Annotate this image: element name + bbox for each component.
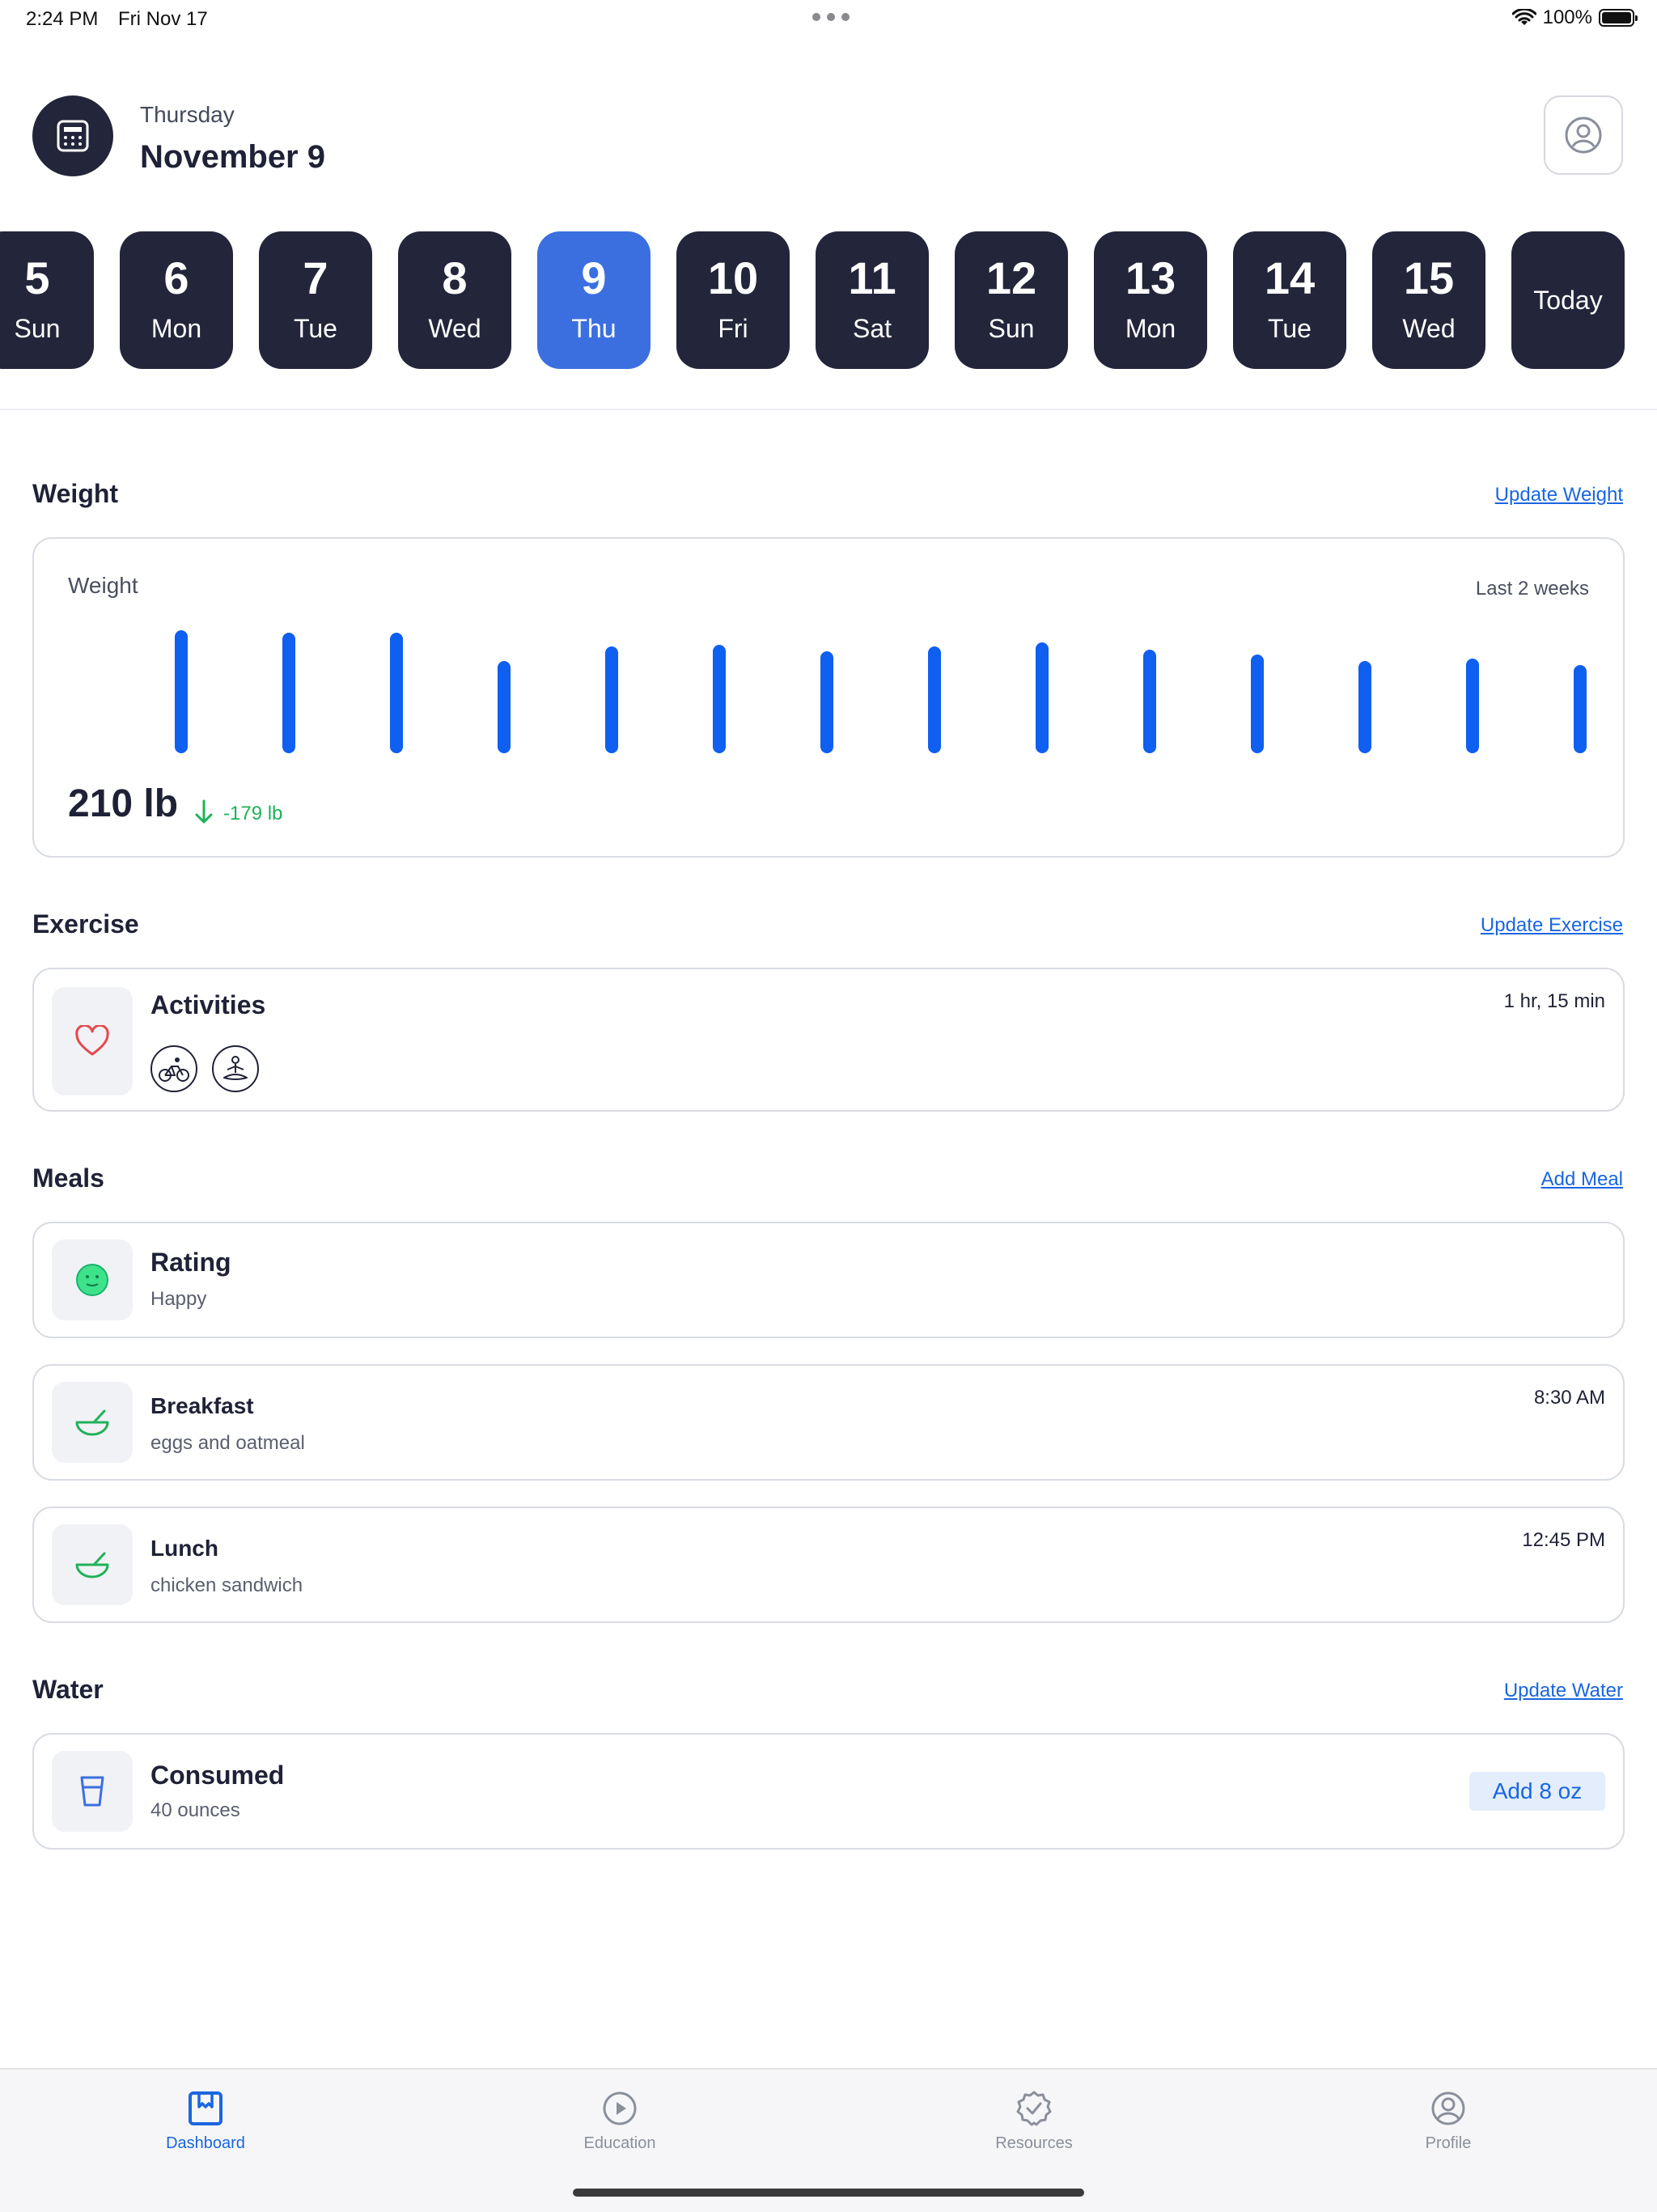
activities-title: Activities <box>150 990 266 1019</box>
day-chip-8[interactable]: 8 Wed <box>398 231 511 369</box>
meditation-icon <box>212 1045 259 1092</box>
add-8oz-button[interactable]: Add 8 oz <box>1469 1772 1605 1811</box>
user-circle-icon <box>1431 2091 1465 2125</box>
rating-title: Rating <box>150 1248 231 1277</box>
meal-description: eggs and oatmeal <box>150 1432 305 1454</box>
rating-card[interactable]: Rating Happy <box>32 1222 1625 1338</box>
water-title: Consumed <box>150 1761 285 1790</box>
today-button[interactable]: Today <box>1511 231 1625 369</box>
weight-chart <box>34 539 1623 782</box>
day-chip-11[interactable]: 11 Sat <box>816 231 929 369</box>
tab-resources[interactable]: Resources <box>937 2089 1131 2153</box>
status-date: Fri Nov 17 <box>118 8 208 30</box>
header-divider <box>0 409 1657 410</box>
status-time: 2:24 PM <box>26 8 99 30</box>
status-indicators: 100% <box>1511 6 1638 29</box>
meal-tile <box>52 1382 133 1463</box>
calculator-icon <box>57 120 89 152</box>
weight-bar <box>282 633 295 753</box>
update-exercise-link[interactable]: Update Exercise <box>1481 914 1623 937</box>
meal-title: Lunch <box>150 1536 218 1561</box>
weight-bar <box>1036 642 1049 753</box>
bowl-icon <box>75 1552 109 1578</box>
weight-bar <box>390 633 403 753</box>
meal-time: 12:45 PM <box>1522 1529 1605 1551</box>
meal-description: chicken sandwich <box>150 1574 303 1596</box>
weight-bar <box>605 646 618 753</box>
day-picker[interactable]: 5 Sun 6 Mon 7 Tue 8 Wed 9 Thu 10 Fri 11 Sat 12 S… <box>0 231 1657 369</box>
bowl-icon <box>75 1409 109 1436</box>
smiley-icon <box>76 1264 108 1296</box>
water-section-title: Water <box>32 1675 104 1704</box>
play-circle-icon <box>603 2091 637 2125</box>
user-circle-icon <box>1565 117 1602 154</box>
activities-duration: 1 hr, 15 min <box>1503 990 1605 1012</box>
day-chip-5[interactable]: 5 Sun <box>0 231 94 369</box>
water-amount: 40 ounces <box>150 1799 240 1821</box>
battery-percent: 100% <box>1542 6 1592 28</box>
meal-tile <box>52 1524 133 1605</box>
weight-bar <box>498 661 511 753</box>
weight-bar <box>1143 650 1156 753</box>
add-meal-link[interactable]: Add Meal <box>1541 1168 1623 1191</box>
cup-icon <box>80 1776 104 1807</box>
weight-bar <box>1574 665 1587 753</box>
arrow-down-icon <box>195 799 213 824</box>
meal-card-lunch[interactable]: Lunch chicken sandwich 12:45 PM <box>32 1506 1625 1623</box>
dashboard-icon <box>189 2091 222 2125</box>
update-water-link[interactable]: Update Water <box>1504 1680 1623 1702</box>
weight-delta: -179 lb <box>223 803 283 824</box>
day-chip-7[interactable]: 7 Tue <box>259 231 372 369</box>
update-weight-link[interactable]: Update Weight <box>1495 484 1623 506</box>
weight-bar <box>1251 655 1264 753</box>
day-chip-14[interactable]: 14 Tue <box>1233 231 1346 369</box>
tab-profile[interactable]: Profile <box>1351 2089 1545 2153</box>
activities-tile <box>52 987 133 1095</box>
water-card[interactable]: Consumed 40 ounces <box>32 1733 1625 1850</box>
tab-education[interactable]: Education <box>523 2089 717 2153</box>
meal-card-breakfast[interactable]: Breakfast eggs and oatmeal 8:30 AM <box>32 1364 1625 1481</box>
meal-title: Breakfast <box>150 1393 254 1418</box>
meals-section-title: Meals <box>32 1163 104 1193</box>
heart-icon <box>75 1025 109 1056</box>
tab-dashboard[interactable]: Dashboard <box>108 2089 303 2153</box>
cycling-icon <box>150 1045 197 1092</box>
verified-badge-icon <box>1016 2091 1052 2126</box>
exercise-section-title: Exercise <box>32 909 139 939</box>
weight-bar <box>1466 659 1479 753</box>
weight-bar <box>713 645 726 753</box>
weight-bar <box>820 651 833 753</box>
day-chip-6[interactable]: 6 Mon <box>120 231 233 369</box>
weight-bar <box>1358 661 1371 753</box>
weight-bar <box>175 630 188 753</box>
day-chip-13[interactable]: 13 Mon <box>1094 231 1207 369</box>
profile-button[interactable] <box>1544 95 1623 175</box>
rating-value: Happy <box>150 1288 207 1310</box>
day-chip-12[interactable]: 12 Sun <box>955 231 1068 369</box>
calendar-button[interactable] <box>32 95 113 176</box>
header-weekday: Thursday <box>140 102 235 127</box>
activities-card[interactable]: Activities 1 hr, 15 min <box>32 968 1625 1112</box>
wifi-icon <box>1511 9 1536 25</box>
weight-section-title: Weight <box>32 479 119 508</box>
header-date: November 9 <box>140 139 325 175</box>
meal-time: 8:30 AM <box>1533 1387 1605 1409</box>
rating-tile <box>52 1239 133 1320</box>
home-indicator <box>573 2189 1084 2197</box>
current-weight: 210 lb <box>68 782 179 825</box>
multitasking-dots-icon[interactable] <box>812 13 850 21</box>
day-chip-10[interactable]: 10 Fri <box>676 231 790 369</box>
day-chip-15[interactable]: 15 Wed <box>1372 231 1485 369</box>
weight-card[interactable]: Weight Last 2 weeks 210 lb -179 lb <box>32 537 1625 858</box>
water-tile <box>52 1751 133 1832</box>
weight-bar <box>928 646 941 753</box>
day-chip-9-selected[interactable]: 9 Thu <box>537 231 651 369</box>
battery-icon <box>1599 9 1638 27</box>
